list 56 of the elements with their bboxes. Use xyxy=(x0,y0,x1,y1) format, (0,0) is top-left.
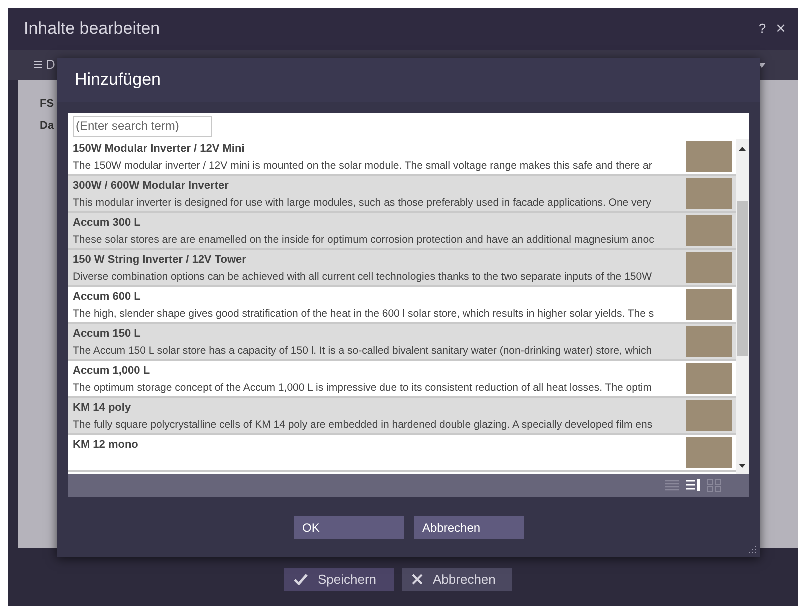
scrollbar-thumb[interactable] xyxy=(737,201,748,356)
window-title: Inhalte bearbeiten xyxy=(24,18,160,40)
photo-placeholder xyxy=(686,326,732,357)
cancel-button[interactable]: Abbrechen xyxy=(402,568,512,591)
item-title: 150W Modular Inverter / 12V Mini xyxy=(73,142,246,156)
cancel-button[interactable]: Abbrechen xyxy=(414,516,524,539)
item-description: The fully square polycrystalline cells of KM 14 poly are embedded in hardened double glazing. A specially developed film ens xyxy=(73,418,654,433)
menu-icon[interactable] xyxy=(34,61,42,69)
check-icon xyxy=(294,574,308,585)
photo-placeholder xyxy=(686,289,732,320)
close-icon xyxy=(412,574,423,585)
close-button[interactable]: × xyxy=(776,16,786,42)
photo-placeholder xyxy=(686,437,732,468)
list-item[interactable]: Accum 150 L The Accum 150 L solar store has a capacity of 150 l. It is a so-called bivalent sanitary water (non-drinking water) store, which xyxy=(68,324,736,361)
list-item[interactable]: KM 12 mono xyxy=(68,435,736,472)
photo-placeholder xyxy=(686,178,732,209)
item-description: Diverse combination options can be achieved with all current cell technologies thanks to the two separate inputs of the 150W xyxy=(73,270,653,285)
scrollbar[interactable] xyxy=(736,139,749,474)
item-title: Accum 150 L xyxy=(73,327,142,341)
resize-grip-icon[interactable] xyxy=(747,544,757,554)
item-description: The Accum 150 L solar store has a capacity of 150 l. It is a so-called bivalent sanitary water (non-drinking water) store, which xyxy=(73,344,654,359)
item-title: Accum 300 L xyxy=(73,216,142,230)
item-title: KM 14 poly xyxy=(73,401,132,415)
photo-placeholder xyxy=(686,215,732,246)
details-view-icon[interactable] xyxy=(686,479,700,492)
list-item[interactable]: KM 14 poly The fully square polycrystalline cells of KM 14 poly are embedded in hardened double glazing. A specially developed film ens xyxy=(68,398,736,435)
photo-placeholder xyxy=(686,400,732,431)
list-item[interactable]: Accum 600 L The high, slender shape gives good stratification of the heat in the 600 l solar store, which results in higher solar yields. The s xyxy=(68,287,736,324)
search-field[interactable]: (Enter search term) xyxy=(73,116,212,136)
item-title: KM 12 mono xyxy=(73,438,140,452)
item-description: The 150W modular inverter / 12V mini is mounted on the solar module. The small voltage range makes this safe and there ar xyxy=(73,159,654,174)
item-description: The optimum storage concept of the Accum 1,000 L is impressive due to its consistent reduction of all heat losses. The optim xyxy=(73,381,653,396)
photo-placeholder xyxy=(686,363,732,394)
ok-button[interactable]: OK xyxy=(294,516,404,539)
photo-placeholder xyxy=(686,252,732,283)
item-description: The high, slender shape gives good stratification of the heat in the 600 l solar store, which results in higher solar yields. The s xyxy=(73,307,656,322)
field-label: Da xyxy=(40,119,56,134)
scroll-down-icon[interactable] xyxy=(739,464,746,468)
help-button[interactable]: ? xyxy=(758,19,766,39)
list-item[interactable]: 150 W String Inverter / 12V Tower Diverse combination options can be achieved with all current cell technologies thanks to the two separate inputs of the 150W xyxy=(68,250,736,287)
list-item[interactable]: 300W / 600W Modular Inverter This modular inverter is designed for use with large modules, such as those preferably used in facade applications. One very xyxy=(68,176,736,213)
item-title: 300W / 600W Modular Inverter xyxy=(73,179,230,193)
toolbar-label[interactable]: D xyxy=(46,55,56,75)
save-button[interactable]: Speichern xyxy=(284,568,394,591)
item-title: Accum 1,000 L xyxy=(73,364,152,378)
list-item[interactable]: 150W Modular Inverter / 12V Mini The 150W modular inverter / 12V mini is mounted on the solar module. The small voltage range makes this safe and there ar xyxy=(68,139,736,176)
item-title: Accum 600 L xyxy=(73,290,142,304)
field-label: FS xyxy=(40,97,56,112)
dialog-title: Hinzufügen xyxy=(75,69,162,92)
photo-placeholder xyxy=(686,141,732,172)
list-item[interactable]: Accum 1,000 L The optimum storage concept of the Accum 1,000 L is impressive due to its consistent reduction of all heat losses. The optim xyxy=(68,361,736,398)
list-item[interactable]: Accum 300 L These solar stores are are enamelled on the inside for optimum corrosion protection and have an additional magnesium anoc xyxy=(68,213,736,250)
item-description: This modular inverter is designed for use with large modules, such as those preferably used in facade applications. One very xyxy=(73,196,652,211)
item-title: 150 W String Inverter / 12V Tower xyxy=(73,253,248,267)
scroll-up-icon[interactable] xyxy=(739,147,746,151)
item-description: These solar stores are are enamelled on the inside for optimum corrosion protection and have an additional magnesium anoc xyxy=(73,233,656,248)
